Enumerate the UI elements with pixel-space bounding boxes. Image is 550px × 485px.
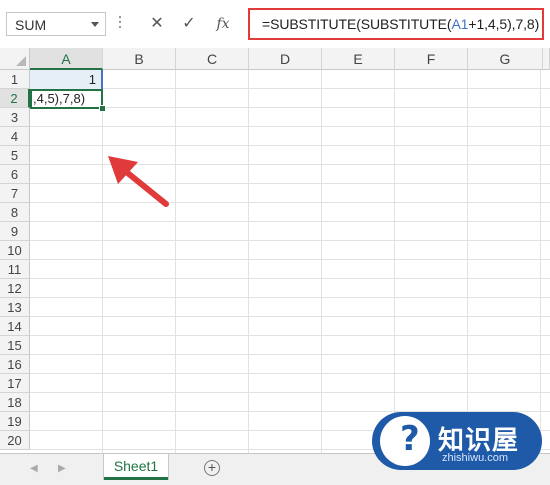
row-header-7[interactable]: 7 xyxy=(0,184,30,203)
row-header-1[interactable]: 1 xyxy=(0,70,30,89)
red-arrow-annotation xyxy=(108,156,169,207)
row-header-10[interactable]: 10 xyxy=(0,241,30,260)
row-header-2[interactable]: 2 xyxy=(0,89,30,108)
formula-prefix: =SUBSTITUTE(SUBSTITUTE( xyxy=(262,16,452,32)
insert-function-icon[interactable]: fx xyxy=(208,12,238,36)
column-header-g[interactable]: G xyxy=(468,48,543,70)
column-header-e[interactable]: E xyxy=(322,48,395,70)
formula-input[interactable]: =SUBSTITUTE(SUBSTITUTE(A1+1,4,5),7,8) xyxy=(248,8,544,40)
row-header-13[interactable]: 13 xyxy=(0,298,30,317)
watermark-badge: ? 知识屋 zhishiwu.com xyxy=(372,412,542,470)
prev-sheet-icon[interactable]: ◀ xyxy=(30,463,38,474)
select-all-icon xyxy=(16,56,26,66)
add-sheet-icon[interactable]: + xyxy=(204,460,220,476)
select-all-corner[interactable] xyxy=(0,48,30,70)
formula-suffix: +1,4,5),7,8) xyxy=(468,16,540,32)
row-header-3[interactable]: 3 xyxy=(0,108,30,127)
column-header-filler xyxy=(543,48,550,70)
name-box[interactable]: SUM xyxy=(6,12,106,36)
column-header-a[interactable]: A xyxy=(30,48,103,70)
row-header-9[interactable]: 9 xyxy=(0,222,30,241)
row-header-12[interactable]: 12 xyxy=(0,279,30,298)
tab-sheet1[interactable]: Sheet1 xyxy=(104,454,168,480)
row-header-15[interactable]: 15 xyxy=(0,336,30,355)
cell-a1[interactable]: 1 xyxy=(30,70,103,89)
worksheet-grid: ABCDEFG 1 2 3 4 5 6 7 8 9 10 11 12 13 14 15 16 17 18 19 20 … xyxy=(0,48,550,453)
row-header-16[interactable]: 16 xyxy=(0,355,30,374)
chevron-down-icon[interactable] xyxy=(91,22,99,27)
watermark-logo: ? 知识屋 zhishiwu.com xyxy=(372,406,548,478)
row-header-19[interactable]: 19 xyxy=(0,412,30,431)
row-header-18[interactable]: 18 xyxy=(0,393,30,412)
row-header-20[interactable]: 20 xyxy=(0,431,30,450)
enter-icon[interactable]: ✓ xyxy=(174,12,204,36)
cancel-icon[interactable]: ✕ xyxy=(142,12,172,36)
row-header-4[interactable]: 4 xyxy=(0,127,30,146)
cell-gridlines[interactable] xyxy=(30,70,550,453)
column-header-c[interactable]: C xyxy=(176,48,249,70)
column-header-b[interactable]: B xyxy=(103,48,176,70)
cell-a2[interactable]: ,4,5),7,8) xyxy=(30,89,103,109)
row-header-11[interactable]: 11 xyxy=(0,260,30,279)
column-header-d[interactable]: D xyxy=(249,48,322,70)
row-header-14[interactable]: 14 xyxy=(0,317,30,336)
row-header-6[interactable]: 6 xyxy=(0,165,30,184)
formula-cell-ref: A1 xyxy=(451,16,469,32)
watermark-subtitle: zhishiwu.com xyxy=(442,452,509,464)
fill-handle[interactable] xyxy=(99,105,106,112)
formula-buttons: ✕ ✓ fx xyxy=(134,12,246,36)
row-header-8[interactable]: 8 xyxy=(0,203,30,222)
grip-dots-icon xyxy=(118,16,122,32)
row-header-17[interactable]: 17 xyxy=(0,374,30,393)
formula-bar: SUM ✕ ✓ fx =SUBSTITUTE(SUBSTITUTE(A1+1,4… xyxy=(0,0,550,49)
column-header-f[interactable]: F xyxy=(395,48,468,70)
formula-text: =SUBSTITUTE(SUBSTITUTE(A1+1,4,5),7,8) xyxy=(262,16,539,32)
name-box-value: SUM xyxy=(15,17,47,33)
row-header-5[interactable]: 5 xyxy=(0,146,30,165)
question-icon: ? xyxy=(380,416,430,466)
next-sheet-icon[interactable]: ▶ xyxy=(58,463,66,474)
